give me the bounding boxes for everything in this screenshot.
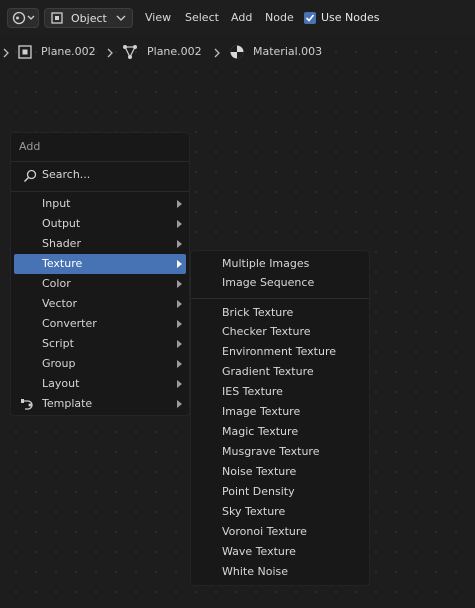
menu-item-input[interactable]: Input <box>14 194 186 214</box>
checkmark-icon <box>305 14 315 22</box>
node-editor-icon <box>12 11 35 25</box>
texture-submenu: Multiple Images Image Sequence Brick Tex… <box>190 250 370 586</box>
submenu-arrow-icon <box>177 260 182 268</box>
material-icon <box>230 45 244 59</box>
menu-item-label: Template <box>42 397 93 410</box>
menu-item-label: Output <box>42 217 81 230</box>
breadcrumb-object[interactable]: Plane.002 <box>41 45 96 58</box>
submenu-arrow-icon <box>177 200 182 208</box>
submenu-item-sky-texture[interactable]: Sky Texture <box>222 505 285 518</box>
submenu-item-ies-texture[interactable]: IES Texture <box>222 385 283 398</box>
menu-select[interactable]: Select <box>185 11 219 24</box>
submenu-item-musgrave-texture[interactable]: Musgrave Texture <box>222 445 319 458</box>
submenu-arrow-icon <box>177 300 182 308</box>
search-menu-item[interactable]: Search... <box>11 166 189 186</box>
menu-item-label: Group <box>42 357 76 370</box>
add-menu: Add Search... Input Output Shader Textur… <box>10 132 190 416</box>
submenu-item-checker-texture[interactable]: Checker Texture <box>222 325 311 338</box>
search-icon <box>23 169 37 183</box>
menu-view[interactable]: View <box>145 11 171 24</box>
menu-item-label: Color <box>42 277 71 290</box>
menu-item-label: Texture <box>42 257 83 270</box>
template-icon <box>21 399 33 410</box>
submenu-arrow-icon <box>177 280 182 288</box>
submenu-arrow-icon <box>177 340 182 348</box>
use-nodes-label[interactable]: Use Nodes <box>321 11 380 24</box>
menu-add[interactable]: Add <box>231 11 252 24</box>
menu-item-group[interactable]: Group <box>14 354 186 374</box>
divider <box>11 161 189 162</box>
menu-item-label: Layout <box>42 377 80 390</box>
submenu-item-magic-texture[interactable]: Magic Texture <box>222 425 298 438</box>
menu-item-color[interactable]: Color <box>14 274 186 294</box>
editor-type-selector[interactable] <box>7 8 39 28</box>
node-editor-header: Object View Select Add Node Use Nodes <box>0 0 475 36</box>
submenu-item-multiple-images[interactable]: Multiple Images <box>222 257 309 270</box>
menu-item-label: Shader <box>42 237 81 250</box>
submenu-item-white-noise[interactable]: White Noise <box>222 565 288 578</box>
chevron-right-icon <box>214 48 220 58</box>
menu-item-layout[interactable]: Layout <box>14 374 186 394</box>
menu-item-label: Script <box>42 337 74 350</box>
menu-item-converter[interactable]: Converter <box>14 314 186 334</box>
breadcrumb-material[interactable]: Material.003 <box>253 45 322 58</box>
submenu-item-gradient-texture[interactable]: Gradient Texture <box>222 365 314 378</box>
submenu-arrow-icon <box>177 380 182 388</box>
menu-node[interactable]: Node <box>265 11 294 24</box>
search-label: Search... <box>42 168 91 181</box>
chevron-right-icon <box>107 48 113 58</box>
chevron-right-icon <box>3 48 9 58</box>
object-mode-icon <box>51 12 63 24</box>
menu-item-label: Vector <box>42 297 78 310</box>
menu-item-output[interactable]: Output <box>14 214 186 234</box>
submenu-arrow-icon <box>177 220 182 228</box>
submenu-arrow-icon <box>177 320 182 328</box>
submenu-arrow-icon <box>177 240 182 248</box>
menu-item-shader[interactable]: Shader <box>14 234 186 254</box>
divider <box>191 298 369 299</box>
object-icon <box>18 45 32 59</box>
menu-item-texture[interactable]: Texture <box>14 254 186 274</box>
submenu-item-wave-texture[interactable]: Wave Texture <box>222 545 296 558</box>
submenu-item-environment-texture[interactable]: Environment Texture <box>222 345 336 358</box>
add-menu-title: Add <box>19 140 41 153</box>
object-mode-dropdown[interactable]: Object <box>44 8 133 28</box>
mesh-data-icon <box>123 45 137 59</box>
submenu-item-point-density[interactable]: Point Density <box>222 485 295 498</box>
menu-item-script[interactable]: Script <box>14 334 186 354</box>
submenu-item-image-texture[interactable]: Image Texture <box>222 405 300 418</box>
submenu-item-voronoi-texture[interactable]: Voronoi Texture <box>222 525 307 538</box>
submenu-item-brick-texture[interactable]: Brick Texture <box>222 306 293 319</box>
breadcrumb-mesh[interactable]: Plane.002 <box>147 45 202 58</box>
chevron-down-icon <box>116 15 126 21</box>
submenu-arrow-icon <box>177 360 182 368</box>
use-nodes-checkbox[interactable] <box>304 12 316 24</box>
submenu-arrow-icon <box>177 400 182 408</box>
breadcrumb: Plane.002 Plane.002 Material.003 <box>0 36 475 68</box>
menu-item-vector[interactable]: Vector <box>14 294 186 314</box>
menu-item-label: Input <box>42 197 71 210</box>
divider <box>11 191 189 192</box>
menu-item-label: Converter <box>42 317 97 330</box>
submenu-item-noise-texture[interactable]: Noise Texture <box>222 465 296 478</box>
menu-item-template[interactable]: Template <box>14 394 186 414</box>
mode-label: Object <box>71 11 107 25</box>
submenu-item-image-sequence[interactable]: Image Sequence <box>222 276 314 289</box>
